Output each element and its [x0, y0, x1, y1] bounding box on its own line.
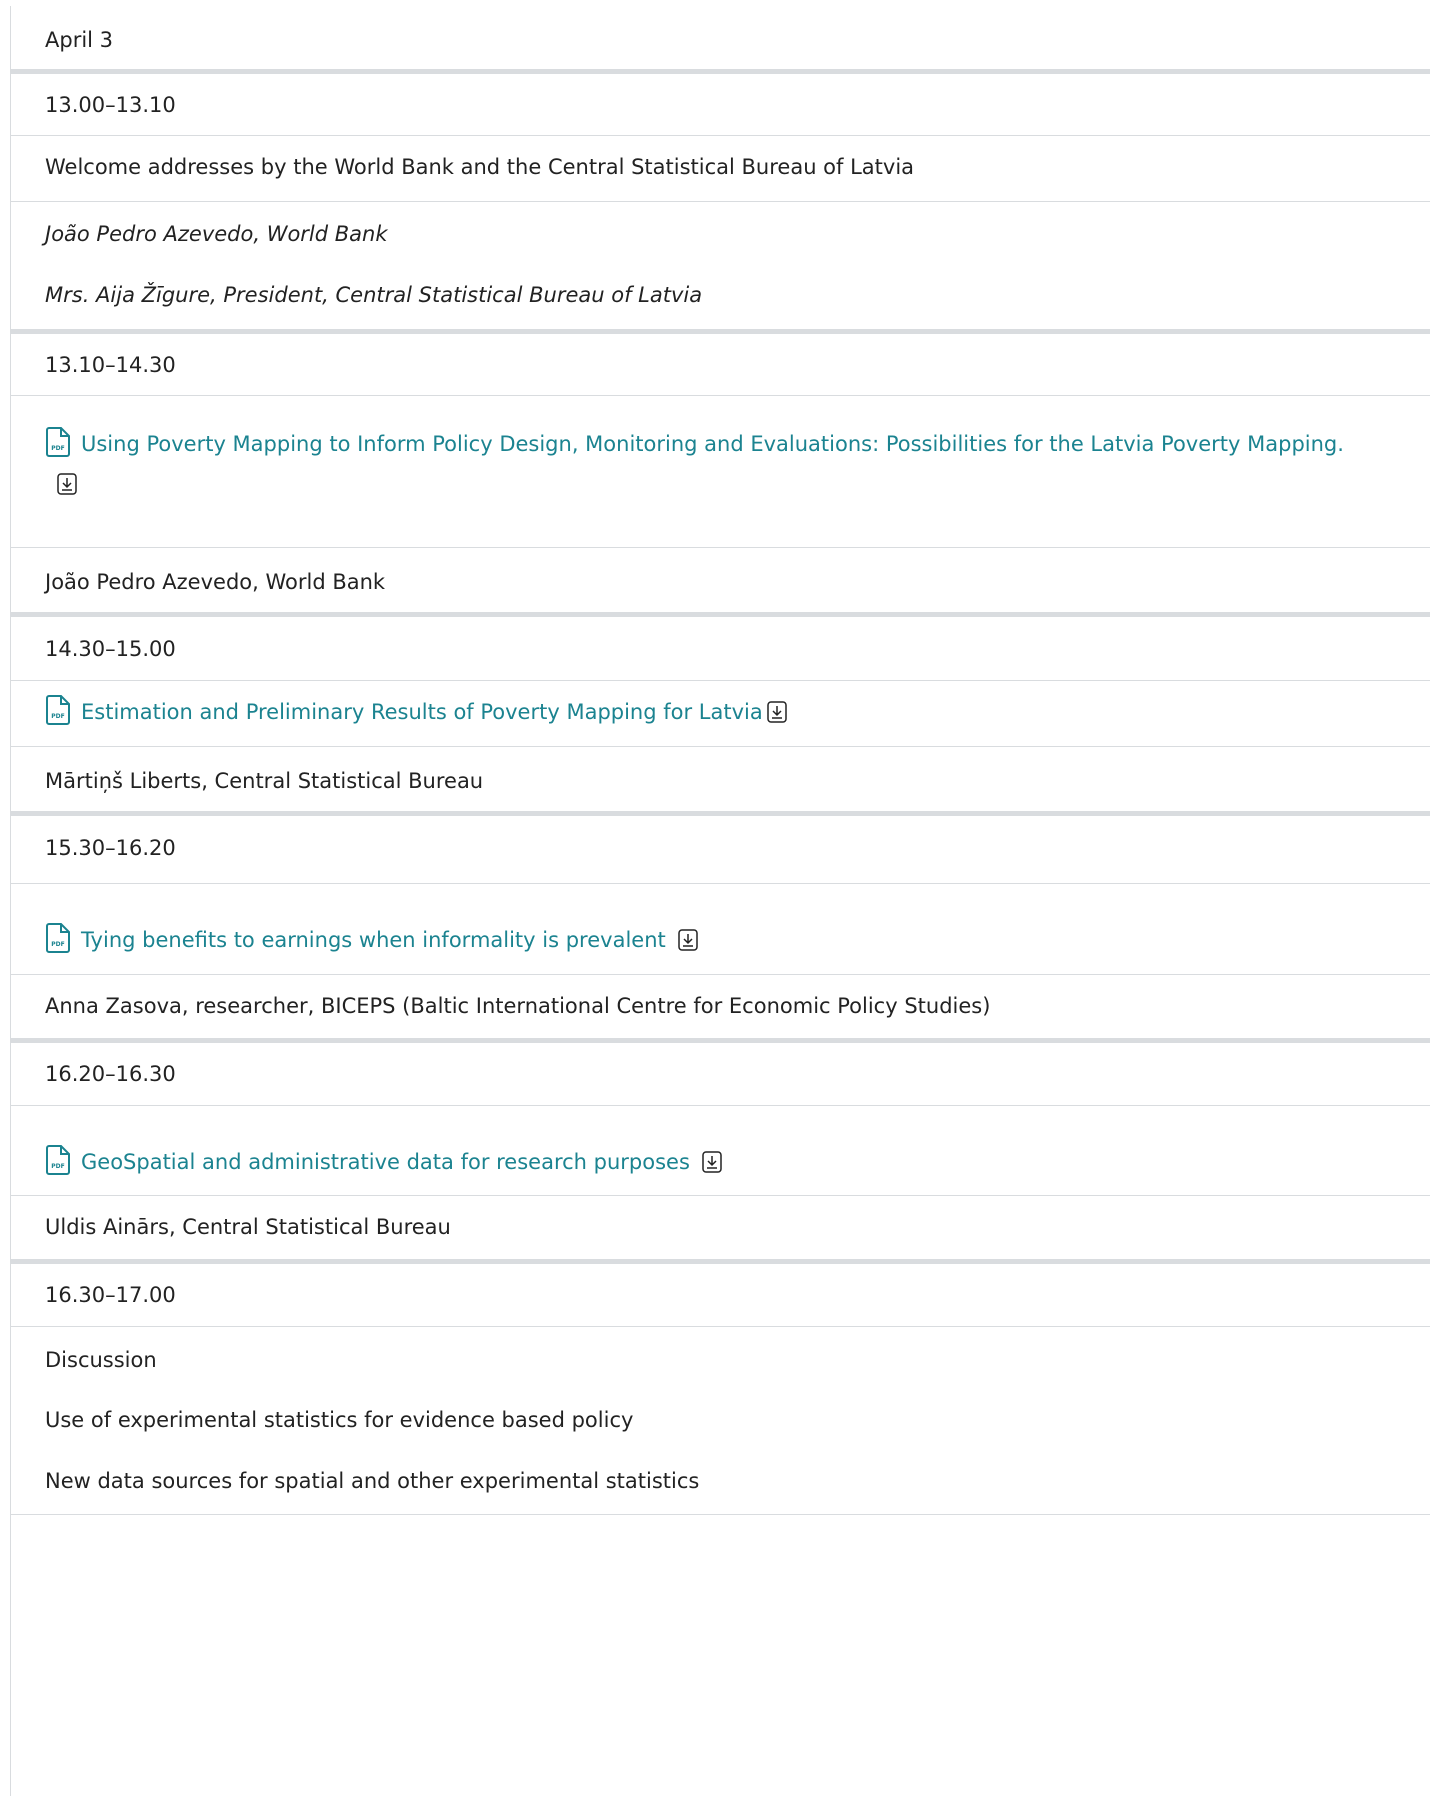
speaker-name: Mrs. Aija Žīgure, President, Central Sta… — [45, 283, 703, 307]
time-label: 13.10–14.30 — [45, 353, 176, 377]
svg-text:PDF: PDF — [51, 941, 64, 948]
session-title: Welcome addresses by the World Bank and … — [45, 155, 915, 179]
discussion-topic: Use of experimental statistics for evide… — [45, 1408, 634, 1432]
presentation-row: PDF Using Poverty Mapping to Inform Poli… — [11, 396, 1430, 548]
pdf-file-icon: PDF — [46, 427, 70, 457]
presentation-row: PDF Estimation and Preliminary Results o… — [11, 681, 1430, 747]
pdf-file-icon: PDF — [46, 1145, 70, 1175]
download-icon[interactable] — [57, 473, 77, 495]
presentation-link[interactable]: PDF Tying benefits to earnings when info… — [45, 920, 1365, 960]
time-label: 15.30–16.20 — [45, 836, 176, 860]
pdf-file-icon: PDF — [46, 923, 70, 953]
time-label: 16.20–16.30 — [45, 1062, 176, 1086]
agenda-table: April 3 13.00–13.10 Welcome addresses by… — [10, 6, 1430, 1796]
speaker-name: Mārtiņš Liberts, Central Statistical Bur… — [45, 769, 484, 793]
presentation-title: Using Poverty Mapping to Inform Policy D… — [81, 432, 1344, 456]
download-icon[interactable] — [766, 701, 787, 723]
speaker-name: João Pedro Azevedo, World Bank — [45, 222, 388, 246]
speakers-row: João Pedro Azevedo, World Bank Mrs. Aija… — [11, 202, 1430, 334]
pdf-file-icon: PDF — [46, 695, 70, 725]
download-icon[interactable] — [702, 1151, 722, 1173]
speaker-name: Uldis Ainārs, Central Statistical Bureau — [45, 1215, 451, 1239]
presentation-title: GeoSpatial and administrative data for r… — [81, 1150, 690, 1174]
svg-text:PDF: PDF — [51, 1163, 64, 1170]
session-title-row: Welcome addresses by the World Bank and … — [11, 136, 1430, 202]
discussion-label: Discussion — [45, 1348, 157, 1372]
svg-text:PDF: PDF — [51, 445, 64, 452]
speaker-row: Mārtiņš Liberts, Central Statistical Bur… — [11, 747, 1430, 816]
time-label: 13.00–13.10 — [45, 93, 176, 117]
date-row: April 3 — [11, 6, 1430, 74]
presentation-title: Tying benefits to earnings when informal… — [81, 928, 666, 952]
svg-text:PDF: PDF — [51, 713, 64, 720]
time-label: 14.30–15.00 — [45, 637, 176, 661]
presentation-link[interactable]: PDF Estimation and Preliminary Results o… — [45, 692, 1365, 732]
time-row: 13.00–13.10 — [11, 74, 1430, 136]
time-row: 14.30–15.00 — [11, 617, 1430, 681]
presentation-title: Estimation and Preliminary Results of Po… — [81, 700, 763, 724]
speaker-row: Uldis Ainārs, Central Statistical Bureau — [11, 1196, 1430, 1264]
speaker-name: Anna Zasova, researcher, BICEPS (Baltic … — [45, 994, 991, 1018]
speaker-name: João Pedro Azevedo, World Bank — [45, 570, 386, 594]
presentation-row: PDF Tying benefits to earnings when info… — [11, 884, 1430, 975]
download-icon[interactable] — [678, 929, 698, 951]
time-row: 13.10–14.30 — [11, 334, 1430, 396]
discussion-topic: New data sources for spatial and other e… — [45, 1469, 700, 1493]
presentation-link[interactable]: PDF Using Poverty Mapping to Inform Poli… — [45, 424, 1365, 504]
date-label: April 3 — [45, 28, 114, 52]
speaker-row: Anna Zasova, researcher, BICEPS (Baltic … — [11, 975, 1430, 1043]
discussion-row: Discussion Use of experimental statistic… — [11, 1327, 1430, 1515]
time-row: 16.20–16.30 — [11, 1043, 1430, 1106]
time-row: 15.30–16.20 — [11, 816, 1430, 884]
presentation-row: PDF GeoSpatial and administrative data f… — [11, 1106, 1430, 1196]
time-label: 16.30–17.00 — [45, 1283, 176, 1307]
speaker-row: João Pedro Azevedo, World Bank — [11, 548, 1430, 617]
presentation-link[interactable]: PDF GeoSpatial and administrative data f… — [45, 1142, 1365, 1182]
time-row: 16.30–17.00 — [11, 1264, 1430, 1327]
